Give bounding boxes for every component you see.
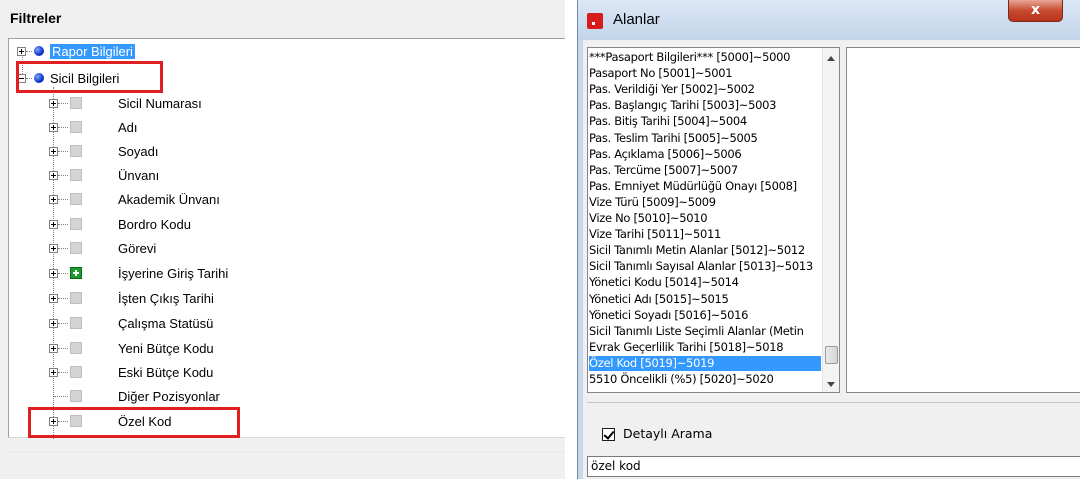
expand-icon[interactable] [49, 343, 58, 353]
field-list-item[interactable]: Sicil Tanımlı Sayısal Alanlar [5013]~501… [589, 259, 821, 274]
app-icon [587, 13, 603, 29]
tree-item-label: Rapor Bilgileri [50, 43, 135, 59]
detailed-search-label[interactable]: Detaylı Arama [623, 426, 712, 441]
tree-item-label: Ünvanı [118, 167, 160, 183]
expand-icon[interactable] [17, 46, 26, 56]
gray-box-icon [70, 390, 82, 402]
tree-item-eski-butce-kodu[interactable] [49, 361, 82, 383]
field-list-item[interactable]: Pas. Verildiği Yer [5002]~5002 [589, 82, 821, 97]
field-list-item[interactable]: Yönetici Adı [5015]~5015 [589, 292, 821, 307]
tree-item-label: Adı [118, 119, 138, 135]
alanlar-dialog: Alanlar x ***Pasaport Bilgileri*** [5000… [577, 0, 1080, 479]
gray-box-icon [70, 342, 82, 354]
field-list-item[interactable]: Yönetici Soyadı [5016]~5016 [589, 308, 821, 323]
gray-box-icon [70, 242, 82, 254]
field-list-item[interactable]: Pas. Emniyet Müdürlüğü Onayı [5008] [589, 179, 821, 194]
tree-item-bordro-kodu[interactable] [49, 213, 82, 235]
tree-item-sicil-numarasi[interactable] [49, 92, 82, 114]
tree-item-soyadi[interactable] [49, 140, 82, 162]
blue-ball-icon [34, 46, 44, 56]
tree-item-yeni-butce-kodu[interactable] [49, 337, 82, 359]
tree-item-label: Görevi [118, 240, 157, 256]
field-list-item[interactable]: Pas. Teslim Tarihi [5005]~5005 [589, 131, 821, 146]
tree-item-label: Çalışma Statüsü [118, 315, 214, 331]
close-button[interactable]: x [1008, 0, 1063, 22]
detailed-search-checkbox[interactable] [602, 428, 615, 441]
gray-box-icon [70, 292, 82, 304]
field-list-item[interactable]: Sicil Tanımlı Liste Seçimli Alanlar (Met… [589, 324, 821, 339]
expand-icon[interactable] [49, 194, 58, 204]
expand-icon[interactable] [49, 293, 58, 303]
expand-icon[interactable] [49, 219, 58, 229]
gray-box-icon [70, 145, 82, 157]
green-plus-icon [70, 267, 82, 279]
gray-box-icon [70, 169, 82, 181]
tree-item-label: Sicil Numarası [118, 95, 202, 111]
tree-item-unvani[interactable] [49, 164, 82, 186]
expand-icon[interactable] [49, 170, 58, 180]
field-list-item[interactable]: ***Pasaport Bilgileri*** [5000]~5000 [589, 50, 821, 65]
field-list-item[interactable]: Özel Kod [5019]~5019 [589, 355, 821, 371]
filters-title: Filtreler [10, 10, 62, 26]
expand-icon[interactable] [49, 318, 58, 328]
gray-box-icon [70, 97, 82, 109]
tree-item-isyerine-giris-tarihi[interactable] [49, 262, 82, 284]
expand-icon[interactable] [49, 268, 58, 278]
field-list-item[interactable]: Pas. Tercüme [5007]~5007 [589, 163, 821, 178]
dialog-titlebar[interactable]: Alanlar x [578, 0, 1080, 40]
expand-icon[interactable] [49, 146, 58, 156]
gray-box-icon [70, 366, 82, 378]
dialog-body: ***Pasaport Bilgileri*** [5000]~5000 Pasa… [583, 40, 1080, 479]
expand-icon[interactable] [49, 98, 58, 108]
filters-panel: Filtreler Rapor Bilgileri Sicil Bilgiler… [0, 0, 565, 479]
tree-item-label: Soyadı [118, 143, 159, 159]
gray-box-icon [70, 193, 82, 205]
dialog-title: Alanlar [613, 11, 660, 28]
tree-item-label: İşten Çıkış Tarihi [118, 290, 214, 306]
field-list-item[interactable]: Evrak Geçerlilik Tarihi [5018]~5018 [589, 340, 821, 355]
field-list-item[interactable]: Pas. Açıklama [5006]~5006 [589, 147, 821, 162]
field-list-item[interactable]: Vize No [5010]~5010 [589, 211, 821, 226]
fields-listbox[interactable]: ***Pasaport Bilgileri*** [5000]~5000 Pasa… [587, 47, 840, 393]
scroll-down-icon[interactable] [827, 382, 835, 387]
field-list-item[interactable]: Sicil Tanımlı Metin Alanlar [5012]~5012 [589, 243, 821, 258]
tree-item-adi[interactable] [49, 116, 82, 138]
search-input[interactable]: özel kod [587, 456, 1080, 477]
tree-item-label: Yeni Bütçe Kodu [118, 340, 214, 356]
expand-icon[interactable] [49, 367, 58, 377]
tree-item-akademik-unvani[interactable] [49, 188, 82, 210]
field-list-item[interactable]: Pasaport No [5001]~5001 [589, 66, 821, 81]
tree-item-calisma-statusu[interactable] [49, 312, 82, 334]
tree-item-label: Bordro Kodu [118, 216, 191, 232]
field-list-item[interactable]: Pas. Başlangıç Tarihi [5003]~5003 [589, 98, 821, 113]
field-list-item[interactable]: Yönetici Kodu [5014]~5014 [589, 275, 821, 290]
field-detail-pane[interactable] [846, 47, 1080, 393]
scroll-up-icon[interactable] [827, 56, 835, 61]
gray-box-icon [70, 218, 82, 230]
highlight-box [16, 61, 163, 93]
field-list-item[interactable]: Pas. Bitiş Tarihi [5004]~5004 [589, 114, 821, 129]
scroll-thumb[interactable] [825, 346, 838, 364]
field-list-item[interactable]: Vize Tarihi [5011]~5011 [589, 227, 821, 242]
filter-tree[interactable]: Rapor Bilgileri Sicil Bilgileri Sicil Nu… [8, 38, 565, 439]
list-scrollbar[interactable] [822, 48, 839, 392]
tree-item-diger-pozisyonlar[interactable] [54, 385, 82, 407]
expand-icon[interactable] [49, 243, 58, 253]
expand-icon[interactable] [49, 122, 58, 132]
tree-item-label: İşyerine Giriş Tarihi [118, 265, 229, 281]
tree-item-label: Diğer Pozisyonlar [118, 388, 220, 404]
tree-item-isten-cikis-tarihi[interactable] [49, 287, 82, 309]
gray-box-icon [70, 317, 82, 329]
tree-item-label: Akademik Ünvanı [118, 191, 220, 207]
tree-item-label: Eski Bütçe Kodu [118, 364, 214, 380]
field-list-item[interactable]: 5510 Öncelikli (%5) [5020]~5020 [589, 372, 821, 387]
field-list-item[interactable]: Vize Türü [5009]~5009 [589, 195, 821, 210]
tree-item-rapor-bilgileri[interactable]: Rapor Bilgileri [17, 40, 135, 62]
highlight-box [28, 407, 240, 438]
tree-item-gorevi[interactable] [49, 237, 82, 259]
gray-box-icon [70, 121, 82, 133]
filters-footer [8, 452, 565, 479]
